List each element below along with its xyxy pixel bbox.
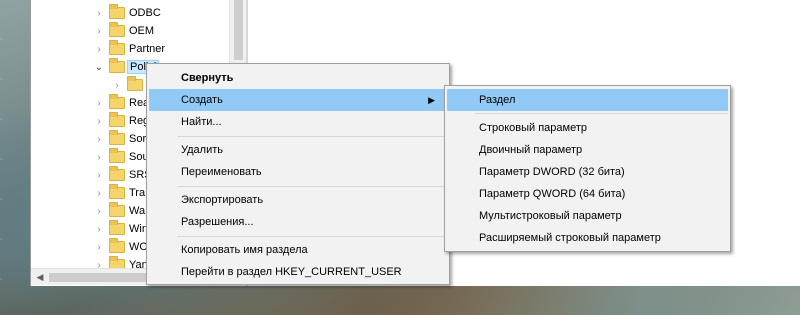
submenu-item-multi-string-value[interactable]: Мультистроковый параметр xyxy=(447,205,728,227)
menu-separator xyxy=(177,136,447,137)
menu-item-new[interactable]: Создать ▶ xyxy=(149,89,447,111)
tree-node[interactable]: › Partner xyxy=(93,40,165,58)
chevron-right-icon[interactable]: › xyxy=(111,76,123,94)
tree-node[interactable]: › Wa xyxy=(93,202,145,220)
folder-icon xyxy=(109,220,125,235)
submenu-item-binary-value[interactable]: Двоичный параметр xyxy=(447,139,728,161)
tree-node-label: Tra xyxy=(129,187,146,199)
submenu-item-dword-value[interactable]: Параметр DWORD (32 бита) xyxy=(447,161,728,183)
folder-icon xyxy=(109,58,125,73)
tree-node[interactable]: › Win xyxy=(93,220,148,238)
context-menu: Свернуть Создать ▶ Найти... Удалить Пере… xyxy=(146,63,450,285)
menu-item-collapse[interactable]: Свернуть xyxy=(149,67,447,89)
submenu-item-expandable-string-value[interactable]: Расширяемый строковый параметр xyxy=(447,227,728,249)
tree-node[interactable]: › SRS xyxy=(93,166,152,184)
tree-node[interactable]: › ODBC xyxy=(93,4,161,22)
folder-icon xyxy=(109,112,125,127)
chevron-right-icon[interactable]: › xyxy=(93,166,105,184)
folder-icon xyxy=(127,76,143,91)
menu-item-export[interactable]: Экспортировать xyxy=(149,189,447,211)
chevron-right-icon[interactable]: › xyxy=(93,184,105,202)
chevron-right-icon[interactable]: › xyxy=(93,238,105,256)
submenu-arrow-icon: ▶ xyxy=(428,95,435,105)
new-submenu: Раздел Строковый параметр Двоичный парам… xyxy=(444,85,731,252)
menu-item-goto-hkcu[interactable]: Перейти в раздел HKEY_CURRENT_USER xyxy=(149,261,447,283)
tree-node[interactable]: › Reg xyxy=(93,112,149,130)
folder-icon xyxy=(109,148,125,163)
menu-separator xyxy=(177,236,447,237)
tree-node[interactable]: › WO xyxy=(93,238,148,256)
folder-icon xyxy=(109,184,125,199)
folder-icon xyxy=(109,202,125,217)
folder-icon xyxy=(109,40,125,55)
chevron-right-icon[interactable]: › xyxy=(93,4,105,22)
folder-icon xyxy=(109,94,125,109)
folder-icon xyxy=(109,22,125,37)
menu-separator xyxy=(177,186,447,187)
menu-item-delete[interactable]: Удалить xyxy=(149,139,447,161)
chevron-right-icon[interactable]: › xyxy=(93,22,105,40)
submenu-item-string-value[interactable]: Строковый параметр xyxy=(447,117,728,139)
scroll-left-arrow-icon[interactable]: ◀ xyxy=(35,271,45,283)
chevron-right-icon[interactable]: › xyxy=(93,112,105,130)
chevron-right-icon[interactable]: › xyxy=(93,148,105,166)
menu-item-label: Создать xyxy=(181,94,223,106)
chevron-right-icon[interactable]: › xyxy=(93,94,105,112)
chevron-right-icon[interactable]: › xyxy=(93,202,105,220)
tree-node-label: Wa xyxy=(129,205,146,217)
scrollbar-thumb[interactable] xyxy=(234,0,243,60)
tree-node[interactable]: › Sou xyxy=(93,148,149,166)
menu-item-rename[interactable]: Переименовать xyxy=(149,161,447,183)
chevron-right-icon[interactable]: › xyxy=(93,40,105,58)
menu-separator xyxy=(475,113,728,114)
chevron-right-icon[interactable]: › xyxy=(93,130,105,148)
tree-node[interactable]: › OEM xyxy=(93,22,154,40)
tree-node-label: ODBC xyxy=(129,7,161,19)
tree-node-label: Sor xyxy=(129,133,147,145)
tree-node-label: Partner xyxy=(129,43,166,55)
submenu-item-key[interactable]: Раздел xyxy=(447,89,728,111)
folder-icon xyxy=(109,238,125,253)
chevron-right-icon[interactable]: › xyxy=(93,220,105,238)
tree-node[interactable]: › Tra xyxy=(93,184,145,202)
chevron-down-icon[interactable]: ⌄ xyxy=(93,58,105,76)
folder-icon xyxy=(109,166,125,181)
tree-node[interactable]: › Rea xyxy=(93,94,149,112)
folder-icon xyxy=(109,4,125,19)
menu-item-copy-key-name[interactable]: Копировать имя раздела xyxy=(149,239,447,261)
tree-node[interactable]: › Sor xyxy=(93,130,146,148)
menu-item-find[interactable]: Найти... xyxy=(149,111,447,133)
folder-icon xyxy=(109,130,125,145)
tree-node[interactable]: › xyxy=(111,76,147,94)
tree-node-label: OEM xyxy=(129,25,155,37)
submenu-item-qword-value[interactable]: Параметр QWORD (64 бита) xyxy=(447,183,728,205)
menu-item-permissions[interactable]: Разрешения... xyxy=(149,211,447,233)
